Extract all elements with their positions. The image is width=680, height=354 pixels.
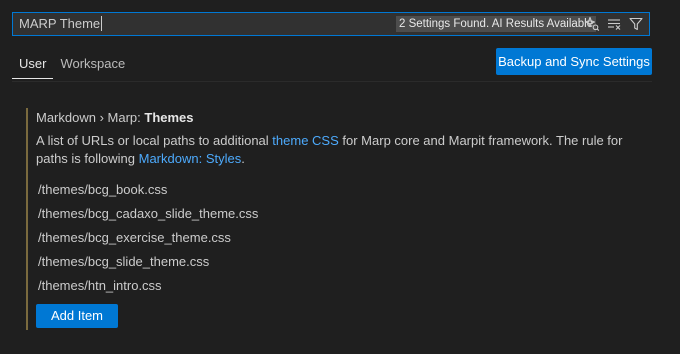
settings-scope-tabs: User Workspace (12, 50, 132, 80)
setting-description: A list of URLs or local paths to additio… (36, 132, 636, 168)
tab-user[interactable]: User (12, 50, 54, 79)
markdown-styles-link[interactable]: Markdown: Styles (139, 151, 242, 166)
setting-title: Markdown › Marp: Themes (36, 110, 194, 125)
search-actions (581, 14, 647, 34)
search-input[interactable]: MARP Theme (19, 13, 103, 35)
text-caret (101, 16, 103, 32)
setting-marp-themes: Markdown › Marp: Themes A list of URLs o… (26, 108, 628, 330)
description-text: A list of URLs or local paths to additio… (36, 133, 273, 148)
list-item[interactable]: /themes/bcg_exercise_theme.css (38, 226, 258, 250)
clear-filter-icon[interactable] (603, 14, 625, 34)
description-text: . (241, 151, 245, 166)
settings-editor: MARP Theme 2 Settings Found. AI Results … (0, 0, 680, 354)
list-item[interactable]: /themes/htn_intro.css (38, 274, 258, 298)
backup-and-sync-button[interactable]: Backup and Sync Settings (496, 48, 652, 75)
list-item[interactable]: /themes/bcg_cadaxo_slide_theme.css (38, 202, 258, 226)
settings-search-box[interactable]: MARP Theme 2 Settings Found. AI Results … (12, 12, 650, 36)
results-count-badge: 2 Settings Found. AI Results Available (396, 16, 597, 32)
filter-icon[interactable] (625, 14, 647, 34)
add-item-button[interactable]: Add Item (36, 304, 118, 328)
search-query: MARP Theme (19, 16, 101, 31)
setting-name: Themes (144, 110, 194, 125)
list-item[interactable]: /themes/bcg_book.css (38, 178, 258, 202)
tabs-divider (12, 81, 652, 82)
theme-css-link[interactable]: theme CSS (272, 133, 338, 148)
setting-category: Markdown › Marp: (36, 110, 145, 125)
tab-workspace[interactable]: Workspace (53, 50, 132, 78)
sparkle-search-icon[interactable] (581, 14, 603, 34)
theme-path-list: /themes/bcg_book.css /themes/bcg_cadaxo_… (38, 178, 258, 298)
list-item[interactable]: /themes/bcg_slide_theme.css (38, 250, 258, 274)
